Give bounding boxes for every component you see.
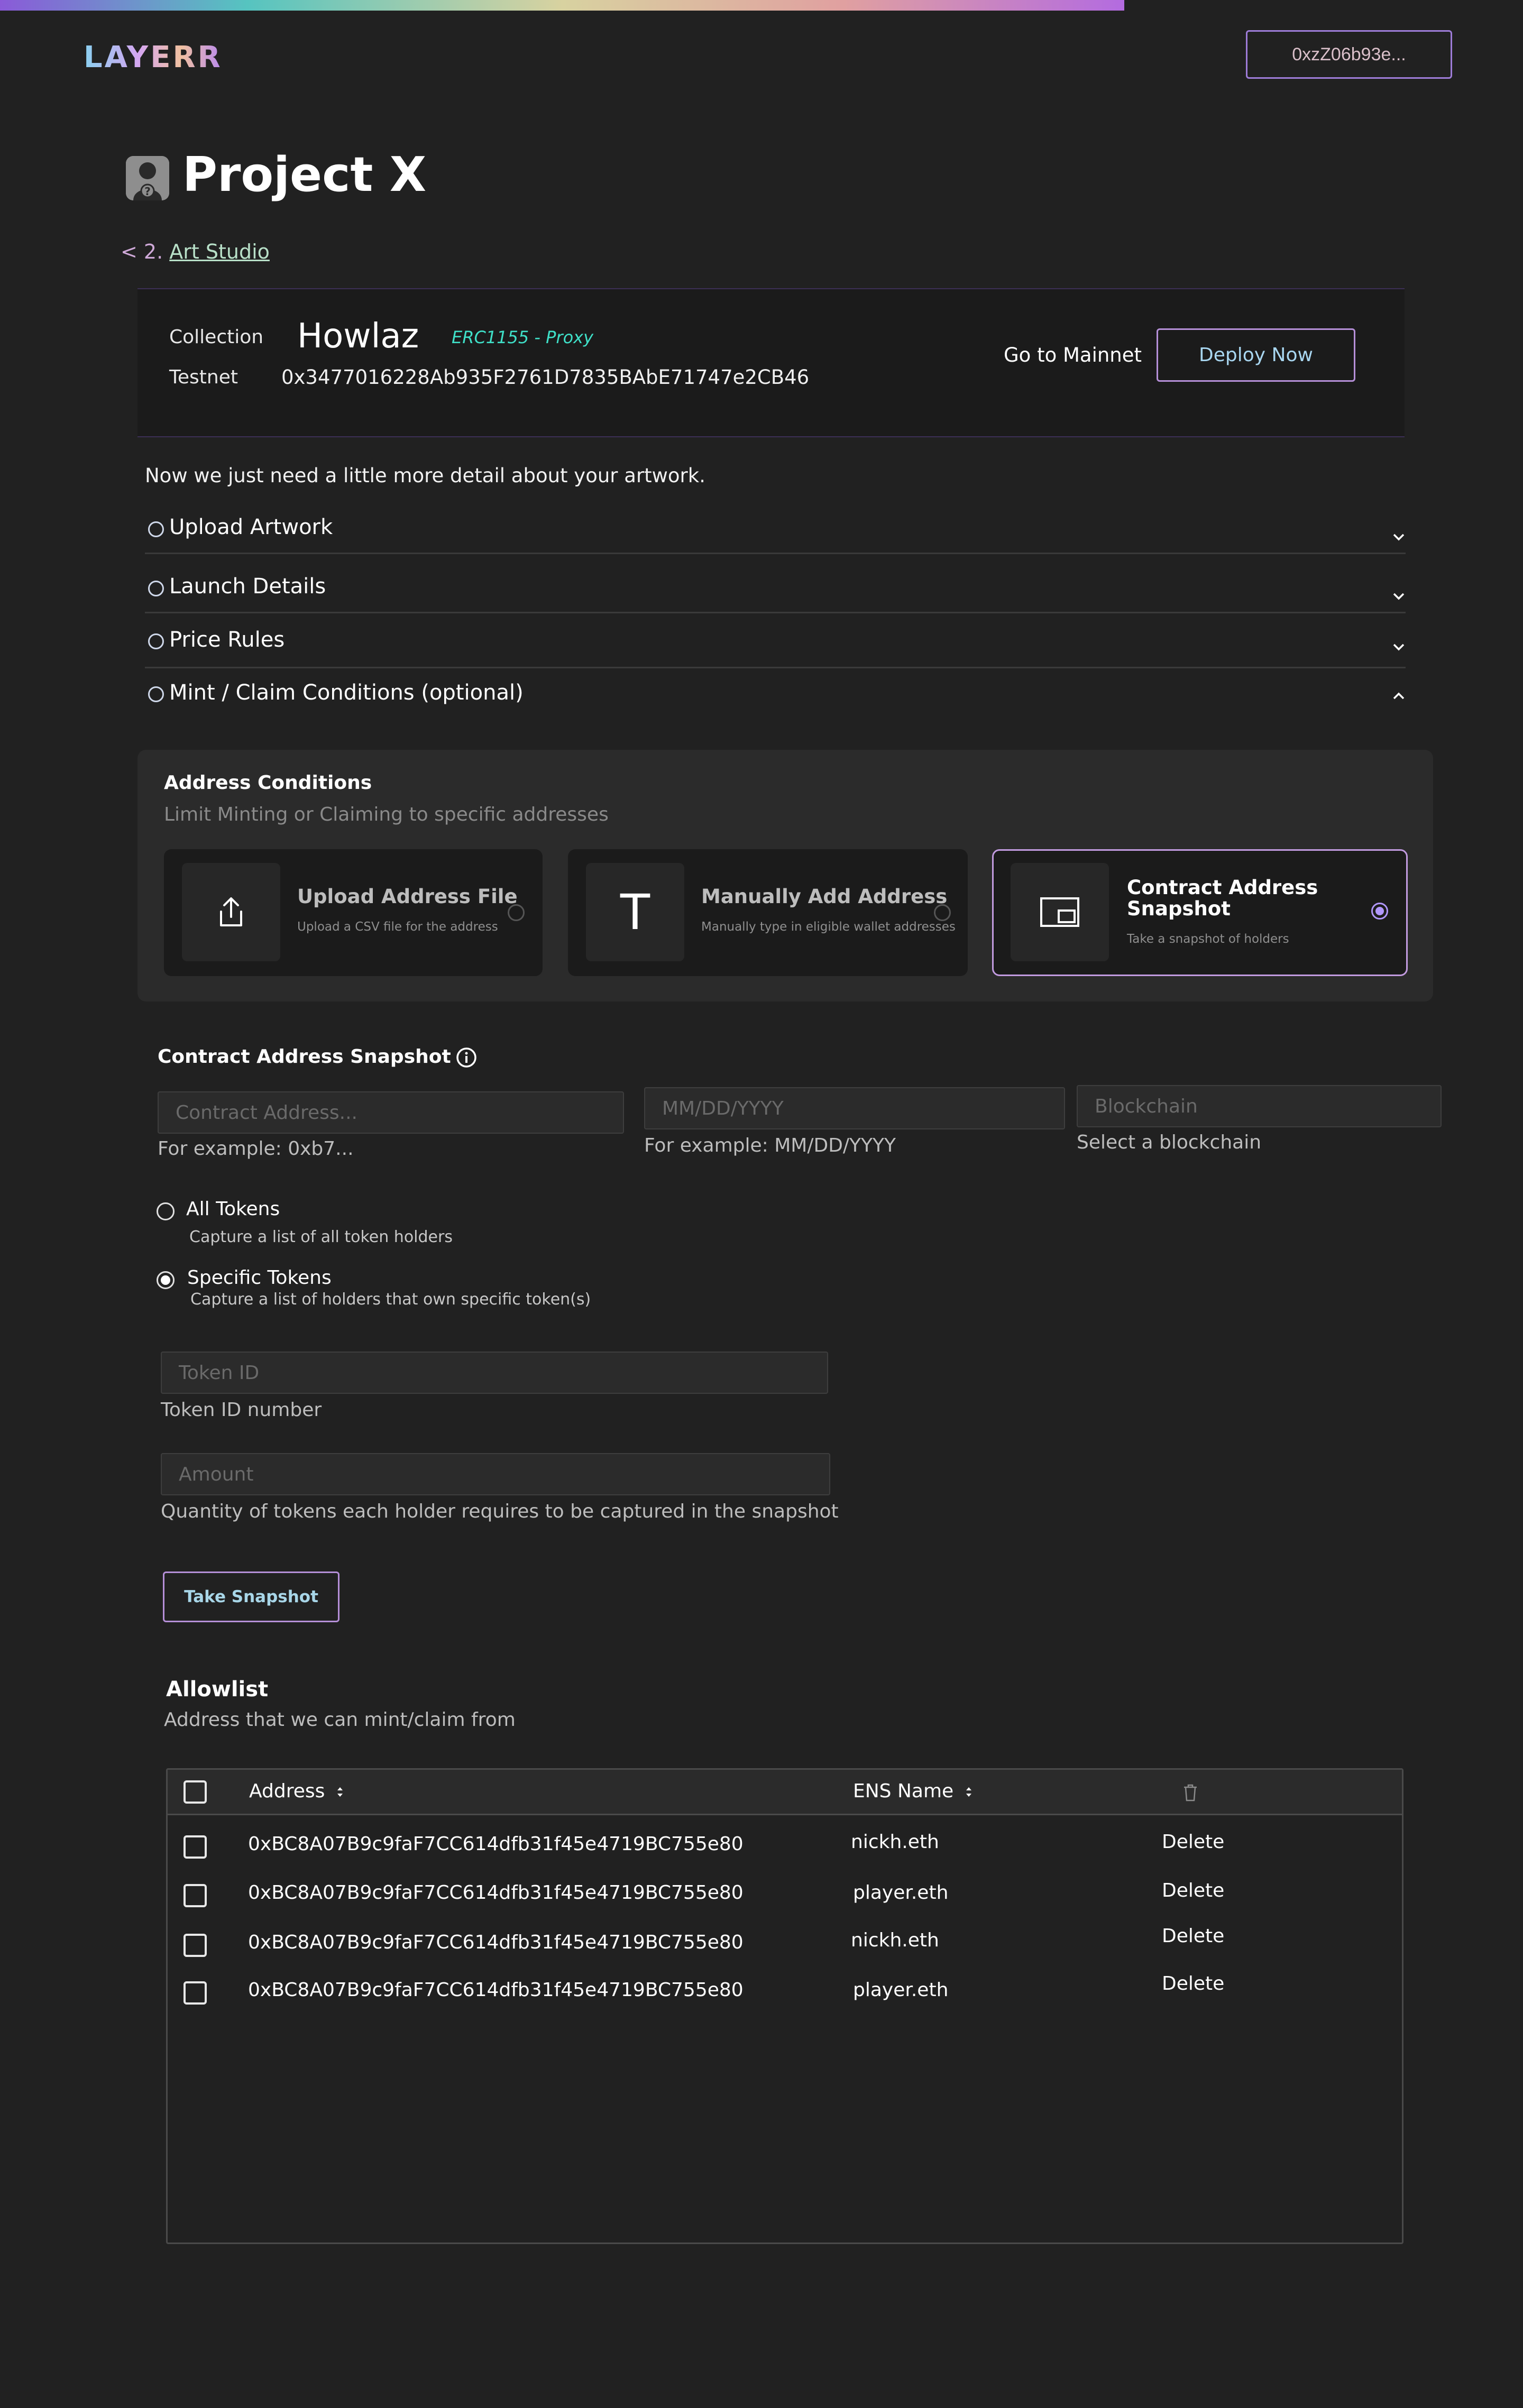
all-tokens-radio[interactable] <box>157 1202 175 1220</box>
snapshot-date-help: For example: MM/DD/YYYY <box>644 1135 896 1156</box>
info-icon[interactable] <box>456 1047 477 1068</box>
row-address: 0xBC8A07B9c9faF7CC614dfb31f45e4719BC755e… <box>248 1979 744 2001</box>
row-address: 0xBC8A07B9c9faF7CC614dfb31f45e4719BC755e… <box>248 1833 744 1855</box>
card-subtitle: Take a snapshot of holders <box>1127 932 1289 946</box>
chevron-down-icon <box>1392 586 1406 600</box>
row-delete-button[interactable]: Delete <box>1162 1880 1224 1901</box>
row-ens: player.eth <box>853 1882 949 1904</box>
allowlist-subtitle: Address that we can mint/claim from <box>164 1709 516 1731</box>
column-label: ENS Name <box>853 1780 954 1802</box>
row-checkbox[interactable] <box>184 1884 207 1907</box>
specific-tokens-label: Specific Tokens <box>187 1267 332 1289</box>
row-delete-button[interactable]: Delete <box>1162 1925 1224 1947</box>
all-tokens-desc: Capture a list of all token holders <box>189 1228 453 1246</box>
amount-help: Quantity of tokens each holder requires … <box>161 1501 839 1522</box>
row-address: 0xBC8A07B9c9faF7CC614dfb31f45e4719BC755e… <box>248 1932 744 1953</box>
section-status-radio <box>148 686 164 702</box>
column-label: Address <box>249 1780 325 1802</box>
section-title: Launch Details <box>169 574 326 599</box>
take-snapshot-button[interactable]: Take Snapshot <box>163 1571 340 1622</box>
table-header: Address ENS Name <box>168 1770 1402 1815</box>
section-title: Price Rules <box>169 628 285 652</box>
card-subtitle: Upload a CSV file for the address <box>297 920 498 934</box>
allowlist-title: Allowlist <box>166 1677 269 1702</box>
breadcrumb: < 2. Art Studio <box>121 240 270 263</box>
row-ens: nickh.eth <box>851 1929 939 1951</box>
blockchain-help: Select a blockchain <box>1077 1132 1262 1153</box>
chevron-down-icon <box>1392 637 1406 651</box>
sort-icon <box>337 1787 343 1797</box>
specific-tokens-radio[interactable] <box>157 1271 175 1289</box>
layerr-logo[interactable]: LAYERR <box>84 40 223 75</box>
card-title: Manually Add Address <box>701 885 948 908</box>
deploy-now-button[interactable]: Deploy Now <box>1157 328 1355 382</box>
card-radio[interactable] <box>508 904 525 921</box>
address-conditions-subtitle: Limit Minting or Claiming to specific ad… <box>164 804 609 825</box>
row-ens: nickh.eth <box>851 1831 939 1853</box>
row-delete-button[interactable]: Delete <box>1162 1831 1224 1853</box>
contract-address-input[interactable]: Contract Address... <box>158 1091 624 1134</box>
row-checkbox[interactable] <box>184 1981 207 2005</box>
chevron-up-icon <box>1392 686 1406 700</box>
trash-icon[interactable] <box>1182 1782 1199 1803</box>
card-title: Contract Address <box>1127 876 1318 899</box>
column-header-ens[interactable]: ENS Name <box>853 1780 974 1802</box>
wallet-button[interactable]: 0xzZ06b93e... <box>1246 30 1452 79</box>
card-subtitle: Manually type in eligible wallet address… <box>701 920 956 934</box>
all-tokens-label: All Tokens <box>186 1198 280 1220</box>
intro-text: Now we just need a little more detail ab… <box>145 464 705 487</box>
row-checkbox[interactable] <box>184 1835 207 1859</box>
row-address: 0xBC8A07B9c9faF7CC614dfb31f45e4719BC755e… <box>248 1882 744 1904</box>
manually-add-address-card[interactable]: T Manually Add Address Manually type in … <box>568 849 968 976</box>
contract-address-snapshot-card[interactable]: Contract Address Snapshot Take a snapsho… <box>992 849 1408 976</box>
section-title: Upload Artwork <box>169 515 333 539</box>
section-upload-artwork[interactable]: Upload Artwork <box>145 511 1406 554</box>
collection-name: Howlaz <box>297 317 419 356</box>
section-status-radio <box>148 581 164 596</box>
address-conditions-title: Address Conditions <box>164 772 372 794</box>
upload-address-file-card[interactable]: Upload Address File Upload a CSV file fo… <box>164 849 543 976</box>
blockchain-select[interactable]: Blockchain <box>1077 1085 1442 1127</box>
column-header-address[interactable]: Address <box>249 1780 345 1802</box>
top-progress-bar <box>0 0 1124 11</box>
specific-tokens-desc: Capture a list of holders that own speci… <box>190 1290 591 1309</box>
contract-standard-badge: ERC1155 - Proxy <box>452 327 594 347</box>
text-t-icon: T <box>586 863 684 961</box>
amount-input[interactable]: Amount <box>161 1453 830 1495</box>
address-conditions-panel: Address Conditions Limit Minting or Clai… <box>137 750 1433 1001</box>
snapshot-window-icon <box>1011 863 1109 961</box>
section-mint-claim-conditions[interactable]: Mint / Claim Conditions (optional) <box>145 678 1406 720</box>
snapshot-title: Contract Address Snapshot <box>158 1046 451 1068</box>
sort-icon <box>966 1787 971 1797</box>
card-radio[interactable] <box>934 904 951 921</box>
breadcrumb-prefix: < 2. <box>121 240 163 263</box>
row-ens: player.eth <box>853 1979 949 2001</box>
collection-label: Collection <box>169 326 264 348</box>
page-title: Project X <box>182 147 427 203</box>
svg-text:?: ? <box>144 185 151 198</box>
go-to-mainnet-link[interactable]: Go to Mainnet <box>1004 344 1142 366</box>
select-all-checkbox[interactable] <box>184 1780 207 1804</box>
section-status-radio <box>148 521 164 537</box>
contract-address: 0x3477016228Ab935F2761D7835BAbE71747e2CB… <box>281 366 810 389</box>
project-avatar-icon: ? <box>126 156 169 200</box>
network-label: Testnet <box>169 366 238 388</box>
card-radio-selected[interactable] <box>1371 903 1388 920</box>
card-title-line2: Snapshot <box>1127 897 1231 920</box>
token-id-help: Token ID number <box>161 1399 322 1421</box>
card-title: Upload Address File <box>297 885 518 908</box>
section-title: Mint / Claim Conditions (optional) <box>169 681 524 705</box>
allowlist-table: Address ENS Name 0xBC8A07B9c9faF7CC614df… <box>166 1768 1403 2244</box>
row-delete-button[interactable]: Delete <box>1162 1973 1224 1995</box>
chevron-down-icon <box>1392 527 1406 541</box>
section-launch-details[interactable]: Launch Details <box>145 570 1406 613</box>
breadcrumb-link-art-studio[interactable]: Art Studio <box>169 240 270 263</box>
token-id-input[interactable]: Token ID <box>161 1352 828 1394</box>
section-status-radio <box>148 633 164 649</box>
snapshot-date-input[interactable]: MM/DD/YYYY <box>644 1087 1065 1129</box>
row-checkbox[interactable] <box>184 1934 207 1957</box>
contract-address-help: For example: 0xb7... <box>158 1138 354 1160</box>
upload-icon <box>182 863 280 961</box>
section-price-rules[interactable]: Price Rules <box>145 625 1406 668</box>
